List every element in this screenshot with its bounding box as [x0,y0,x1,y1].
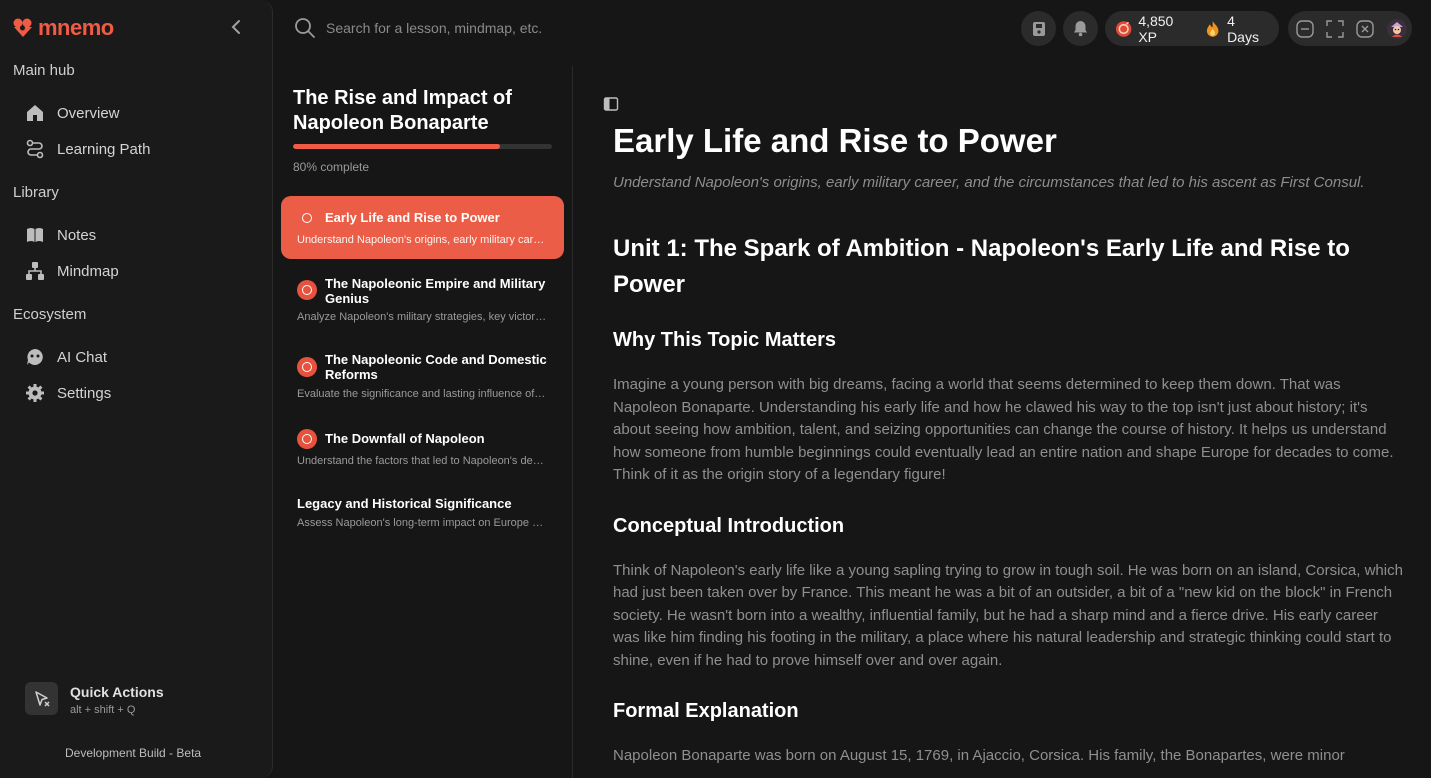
section-label-ecosystem: Ecosystem [13,306,87,323]
toggle-lesson-panel-icon[interactable] [603,96,619,112]
gear-icon [26,384,44,402]
section-label-library: Library [13,184,59,201]
search-input[interactable]: Search for a lesson, mindmap, etc. [326,20,542,36]
lesson-status-icon [297,280,317,300]
cursor-click-icon [25,682,58,715]
lesson-item[interactable]: The Napoleonic Empire and Military Geniu… [281,270,564,330]
sidebar-item-settings[interactable]: Settings [25,383,111,403]
streak-value: 4 Days [1227,12,1259,45]
lesson-item[interactable]: The Napoleonic Code and Domestic Reforms… [281,347,564,407]
section-paragraph: Imagine a young person with big dreams, … [613,376,1394,483]
chat-bot-icon [27,349,43,365]
sidebar-item-mindmap[interactable]: Mindmap [25,261,119,281]
lesson-description: Understand Napoleon's origins, early mil… [297,234,547,246]
sidebar-item-label: Notes [57,226,97,244]
close-icon[interactable] [1356,19,1374,38]
book-icon [27,228,43,242]
search-bar[interactable]: Search for a lesson, mindmap, etc. [294,17,542,39]
build-label: Development Build - Beta [65,746,202,760]
quick-actions-shortcut: alt + shift + Q [70,704,136,716]
fullscreen-icon[interactable] [1326,19,1344,38]
sidebar-item-learning-path[interactable]: Learning Path [25,139,150,159]
lesson-title: The Downfall of Napoleon [325,431,485,446]
sidebar: mnemo Main hub Overview Learning Path Li… [0,0,273,778]
xp-value: 4,850 XP [1138,12,1174,45]
sidebar-item-label: Mindmap [57,262,119,280]
lesson-description: Evaluate the significance and lasting in… [297,388,547,400]
sidebar-item-label: Learning Path [57,140,151,158]
lesson-subtitle: Understand Napoleon's origins, early mil… [613,174,1365,191]
save-button[interactable] [1021,11,1056,46]
course-title: The Rise and Impact of Napoleon Bonapart… [293,87,512,134]
quick-actions-title: Quick Actions [70,684,164,700]
sidebar-item-label: Settings [57,384,112,402]
section-paragraph: Think of Napoleon's early life like a yo… [613,561,1403,669]
course-progress-text: 80% complete [293,160,370,174]
lesson-description: Understand the factors that led to Napol… [297,455,547,467]
logo-text: mnemo [38,15,114,40]
section-heading: Formal Explanation [613,700,799,722]
lesson-status-icon [297,357,317,377]
notifications-button[interactable] [1063,11,1098,46]
unit-heading: Unit 1: The Spark of Ambition - Napoleon… [613,235,1350,298]
xp-streak-badge[interactable]: 4,850 XP 4 Days [1105,11,1279,46]
app-window: mnemo Main hub Overview Learning Path Li… [0,0,1431,778]
logo-icon [13,18,32,37]
course-progress-bar [293,144,552,149]
lesson-title: Early Life and Rise to Power [325,210,500,225]
lesson-item[interactable]: Legacy and Historical Significance Asses… [281,491,564,536]
sidebar-item-ai-chat[interactable]: AI Chat [25,347,107,367]
logo[interactable]: mnemo [12,15,114,41]
lesson-description: Analyze Napoleon's military strategies, … [297,311,547,323]
sidebar-item-notes[interactable]: Notes [25,225,96,245]
lesson-status-icon [297,208,317,228]
home-icon [27,105,43,121]
lesson-content: Early Life and Rise to Power Understand … [613,122,1403,768]
hierarchy-icon [26,262,44,280]
lesson-title: Legacy and Historical Significance [297,496,512,511]
sidebar-item-label: Overview [57,104,120,122]
lesson-item-active[interactable]: Early Life and Rise to Power Understand … [281,196,564,259]
lesson-status-icon [297,429,317,449]
section-paragraph: Napoleon Bonaparte was born on August 15… [613,747,1345,764]
lesson-heading: Early Life and Rise to Power [613,122,1057,159]
quick-actions-button[interactable]: Quick Actions alt + shift + Q [25,682,164,716]
sidebar-item-label: AI Chat [57,348,108,366]
window-controls [1288,11,1412,46]
chevron-left-icon [231,20,240,34]
section-heading: Conceptual Introduction [613,514,845,537]
minimize-icon[interactable] [1296,19,1314,38]
sidebar-item-overview[interactable]: Overview [25,103,120,123]
bell-icon [1074,21,1087,37]
lesson-item[interactable]: The Downfall of Napoleon Understand the … [281,426,564,471]
course-progress-fill [293,144,501,149]
panel-divider [572,66,573,778]
search-icon [295,18,315,38]
section-label-main-hub: Main hub [13,62,75,79]
route-icon [26,139,44,159]
section-heading: Why This Topic Matters [613,329,836,351]
collapse-sidebar-button[interactable] [228,18,246,36]
flame-icon [1206,20,1219,37]
lesson-description: Assess Napoleon's long-term impact on Eu… [297,517,547,529]
lesson-title: The Napoleonic Empire and Military Geniu… [325,276,546,306]
lesson-title: The Napoleonic Code and Domestic Reforms [325,352,547,382]
save-icon [1032,21,1045,36]
xp-orb-icon [1115,20,1132,37]
avatar[interactable] [1386,18,1408,40]
